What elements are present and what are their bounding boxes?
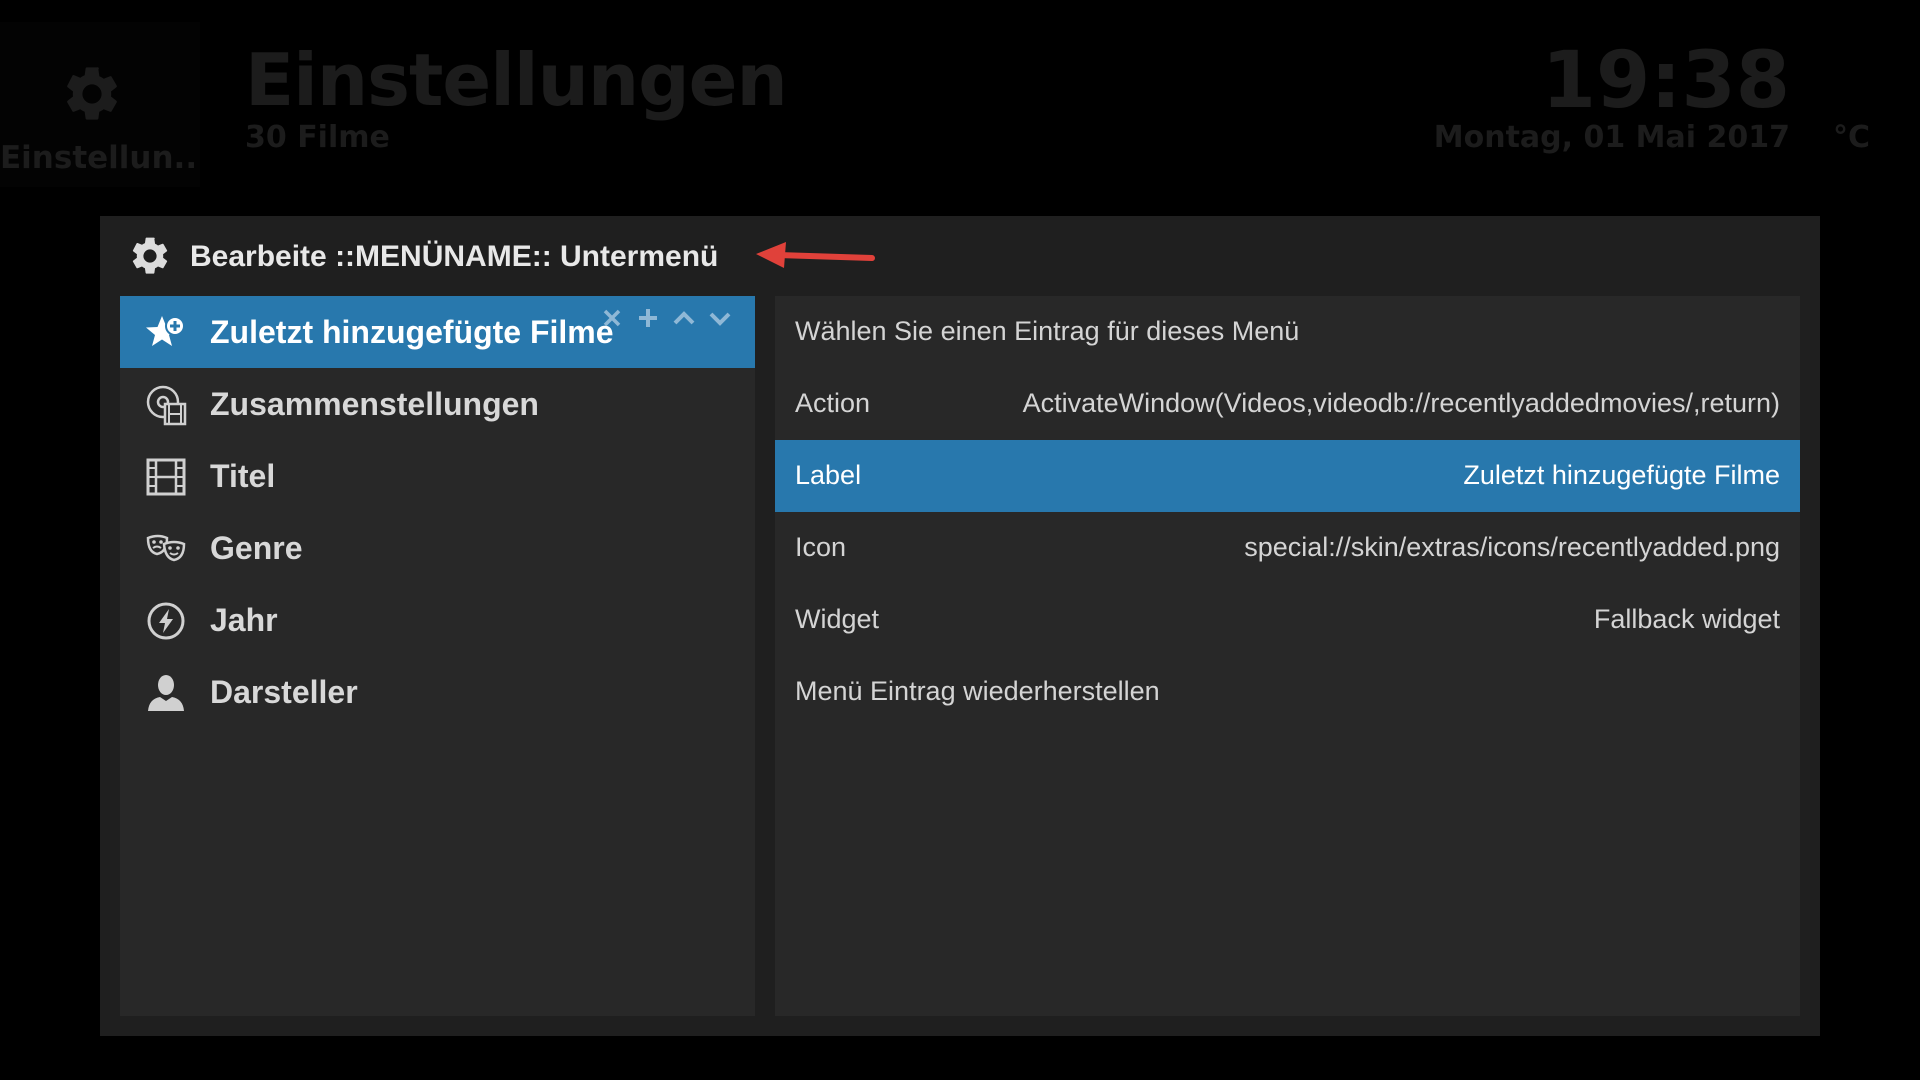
person-icon <box>148 675 184 711</box>
movie-set-icon <box>146 385 187 426</box>
item-actions <box>598 304 734 332</box>
item-properties-list: Wählen Sie einen Eintrag für dieses Menü… <box>775 296 1800 1016</box>
year-clock-icon <box>147 602 185 640</box>
page-title: Einstellungen <box>245 38 788 122</box>
icon-row[interactable]: Icon special://skin/extras/icons/recentl… <box>775 512 1800 584</box>
film-strip-icon <box>146 458 186 496</box>
page-subtitle: 30 Filme <box>245 120 390 155</box>
setting-label: Icon <box>795 532 847 562</box>
clock: 19:38 <box>1541 36 1790 126</box>
chevron-up-icon <box>673 311 695 325</box>
choose-item-row[interactable]: Wählen Sie einen Eintrag für dieses Menü <box>775 296 1800 368</box>
dialog-header: Bearbeite ::MENÜNAME:: Untermenü <box>100 216 1820 296</box>
setting-label: Menü Eintrag wiederherstellen <box>795 676 1160 706</box>
menu-item-darsteller[interactable]: Darsteller <box>120 656 755 728</box>
plus-icon <box>639 309 657 327</box>
setting-value: Zuletzt hinzugefügte Filme <box>1463 460 1780 490</box>
delete-item-button[interactable] <box>598 304 626 332</box>
setting-value: Fallback widget <box>1593 604 1780 634</box>
menu-item-jahr[interactable]: Jahr <box>120 584 755 656</box>
menu-item-label: Genre <box>210 530 303 566</box>
background-header: Einstellun... Einstellungen 30 Filme 19:… <box>0 0 1920 190</box>
setting-label: Label <box>795 460 862 490</box>
chevron-down-icon <box>709 312 731 326</box>
menu-item-label: Zuletzt hinzugefügte Filme <box>210 314 614 350</box>
menu-item-zusammenstellungen[interactable]: Zusammenstellungen <box>120 368 755 440</box>
theater-masks-icon <box>146 534 186 562</box>
dialog-title: Bearbeite ::MENÜNAME:: Untermenü <box>190 240 719 273</box>
add-item-button[interactable] <box>634 304 662 332</box>
gear-icon <box>132 237 168 274</box>
label-row[interactable]: Label Zuletzt hinzugefügte Filme <box>775 440 1800 512</box>
date: Montag, 01 Mai 2017 <box>1433 120 1790 155</box>
setting-label: Wählen Sie einen Eintrag für dieses Menü <box>795 316 1300 346</box>
tile-label: Einstellun... <box>0 140 200 176</box>
submenu-items-list: Zuletzt hinzugefügte Filme Zusammenstell… <box>120 296 755 1016</box>
setting-value: special://skin/extras/icons/recentlyadde… <box>1244 532 1780 562</box>
star-plus-icon <box>146 316 185 346</box>
restore-item-row[interactable]: Menü Eintrag wiederherstellen <box>775 656 1800 728</box>
menu-item-titel[interactable]: Titel <box>120 440 755 512</box>
setting-label: Action <box>795 388 871 418</box>
widget-row[interactable]: Widget Fallback widget <box>775 584 1800 656</box>
setting-value: ActivateWindow(Videos,videodb://recently… <box>1022 388 1780 418</box>
move-down-button[interactable] <box>706 304 734 332</box>
temperature: °C <box>1832 120 1870 155</box>
menu-item-label: Titel <box>210 458 276 494</box>
close-icon <box>603 309 621 327</box>
annotation-arrow-icon <box>756 242 875 268</box>
menu-item-genre[interactable]: Genre <box>120 512 755 584</box>
menu-item-label: Zusammenstellungen <box>210 386 539 422</box>
gear-icon <box>67 67 117 120</box>
menu-item-label: Jahr <box>210 602 278 638</box>
action-row[interactable]: Action ActivateWindow(Videos,videodb://r… <box>775 368 1800 440</box>
move-up-button[interactable] <box>670 304 698 332</box>
menu-item-label: Darsteller <box>210 674 358 710</box>
menu-item-zuletzt-hinzugefuegte-filme[interactable]: Zuletzt hinzugefügte Filme <box>120 296 755 368</box>
settings-home-tile: Einstellun... <box>0 22 200 187</box>
submenu-editor-dialog: Bearbeite ::MENÜNAME:: Untermenü Zuletzt… <box>100 216 1820 1036</box>
setting-label: Widget <box>795 604 880 634</box>
